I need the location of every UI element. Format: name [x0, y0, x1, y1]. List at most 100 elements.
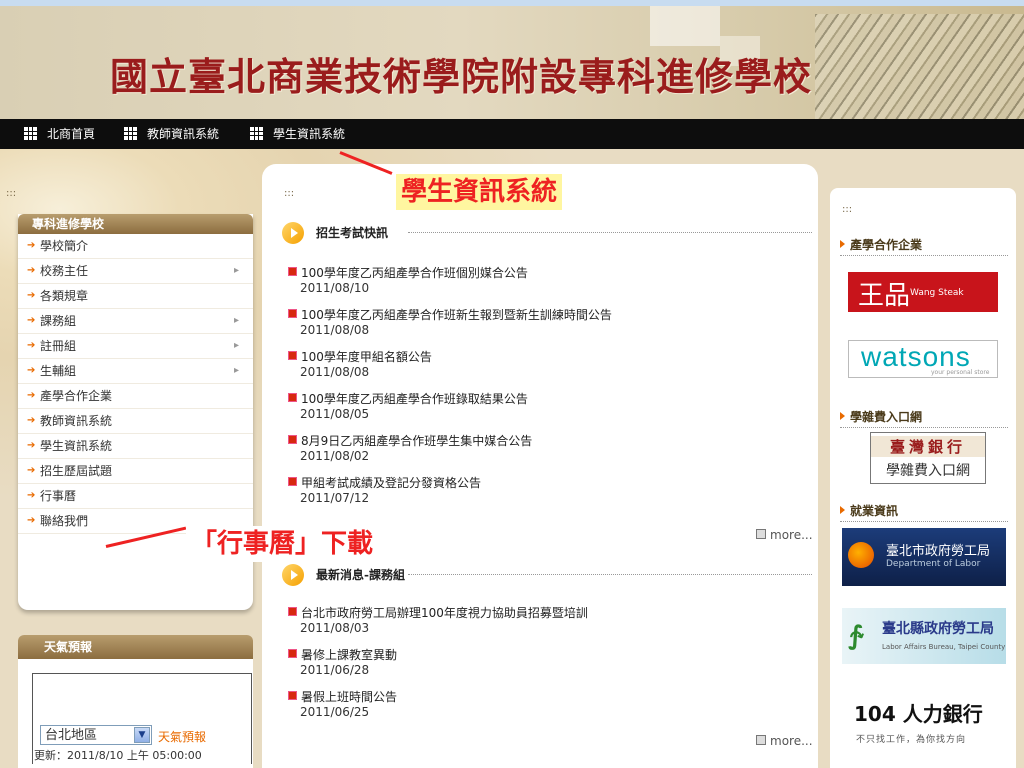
bullet-icon [288, 649, 297, 658]
menu-item-industry-partners[interactable]: ➔ 產學合作企業 [18, 384, 253, 409]
nav-item-teacher-system[interactable]: 教師資訊系統 [124, 119, 219, 149]
news-date: 2011/08/08 [300, 365, 370, 379]
news-item: 100學年度甲組名額公告 2011/08/08 [288, 348, 808, 390]
arrow-right-icon: ➔ [27, 240, 36, 251]
menu-item-director[interactable]: ➔ 校務主任 ▸ [18, 259, 253, 284]
nav-item-home[interactable]: 北商首頁 [24, 119, 95, 149]
arrow-right-icon: ➔ [27, 265, 36, 276]
site-banner: 國立臺北商業技術學院附設專科進修學校 [0, 6, 1024, 119]
submenu-chevron-icon: ▸ [233, 315, 239, 326]
menu-item-registration[interactable]: ➔ 註冊組 ▸ [18, 334, 253, 359]
news-link[interactable]: 甲組考試成績及登記分發資格公告 [288, 474, 808, 491]
submenu-chevron-icon: ▸ [233, 340, 239, 351]
news-link[interactable]: 暑修上課教室異動 [288, 646, 808, 663]
news-link[interactable]: 台北市政府勞工局辦理100年度視力協助員招募暨培訓 [288, 604, 808, 621]
menu-item-label: 生輔組 [40, 364, 77, 378]
news-title: 暑假上班時間公告 [301, 690, 398, 704]
news-link[interactable]: 暑假上班時間公告 [288, 688, 808, 705]
news-link[interactable]: 8月9日乙丙組產學合作班學生集中媒合公告 [288, 432, 808, 449]
more-link-admissions[interactable]: more... [756, 528, 813, 542]
news-date: 2011/07/12 [300, 491, 370, 505]
news-link[interactable]: 100學年度乙丙組產學合作班個別媒合公告 [288, 264, 808, 281]
taipei-county-labor-logo[interactable]: ∱ 臺北縣政府勞工局 Labor Affairs Bureau, Taipei … [842, 608, 1006, 664]
heading-employment-info: 就業資訊 [840, 502, 1008, 522]
menu-item-label: 課務組 [40, 314, 77, 328]
arrow-right-icon: ➔ [27, 465, 36, 476]
menu-item-about[interactable]: ➔ 學校簡介 [18, 234, 253, 259]
bank-of-taiwan-tuition-logo[interactable]: 臺灣銀行 學雜費入口網 [870, 432, 986, 484]
news-date: 2011/06/25 [300, 705, 370, 719]
bullet-icon [288, 351, 297, 360]
news-item: 台北市政府勞工局辦理100年度視力協助員招募暨培訓 2011/08/03 [288, 604, 808, 646]
news-date: 2011/08/10 [300, 281, 370, 295]
news-title: 100學年度甲組名額公告 [301, 350, 432, 364]
more-link-academic[interactable]: more... [756, 734, 813, 748]
menu-item-academic-affairs[interactable]: ➔ 課務組 ▸ [18, 309, 253, 334]
menu-item-regulations[interactable]: ➔ 各類規章 [18, 284, 253, 309]
heading-label: 學雜費入口網 [850, 410, 923, 424]
menu-item-teacher-system[interactable]: ➔ 教師資訊系統 [18, 409, 253, 434]
news-title: 台北市政府勞工局辦理100年度視力協助員招募暨培訓 [301, 606, 588, 620]
bullet-icon [288, 691, 297, 700]
logo-text: 臺北市政府勞工局 [886, 544, 991, 559]
chevron-down-icon: ▼ [134, 727, 150, 743]
job-bank-104-logo[interactable]: 104 人力銀行 不只找工作，為你找方向 [842, 692, 1006, 752]
news-link[interactable]: 100學年度乙丙組產學合作班新生報到暨新生訓練時間公告 [288, 306, 808, 323]
weather-updated-time: 更新：2011/8/10 上午 05:00:00 [34, 749, 202, 762]
weather-panel: 天氣預報 台北地區 ▼ 天氣預報 更新：2011/8/10 上午 05:00:0… [18, 635, 253, 768]
news-title: 100學年度乙丙組產學合作班新生報到暨新生訓練時間公告 [301, 308, 612, 322]
region-select[interactable]: 台北地區 ▼ [40, 725, 152, 745]
news-date: 2011/06/28 [300, 663, 370, 677]
wang-steak-logo[interactable]: 王品 Wang Steak [848, 272, 998, 312]
menu-item-student-system[interactable]: ➔ 學生資訊系統 [18, 434, 253, 459]
menu-item-label: 產學合作企業 [40, 389, 113, 403]
nav-item-student-system[interactable]: 學生資訊系統 [250, 119, 345, 149]
menu-item-calendar[interactable]: ➔ 行事曆 [18, 484, 253, 509]
bullet-icon [288, 309, 297, 318]
news-item: 暑修上課教室異動 2011/06/28 [288, 646, 808, 688]
watsons-logo[interactable]: watsons your personal store [848, 340, 998, 378]
news-list-admissions: 100學年度乙丙組產學合作班個別媒合公告 2011/08/10 100學年度乙丙… [288, 264, 808, 516]
news-date: 2011/08/03 [300, 621, 370, 635]
banner-decoration [650, 6, 720, 46]
grid-icon [24, 127, 37, 140]
left-menu: ➔ 學校簡介 ➔ 校務主任 ▸ ➔ 各類規章 ➔ 課務組 ▸ ➔ 註冊組 ▸ ➔ 生輔組 ▸ ➔ 產學… [18, 234, 253, 534]
logo-subtext: 學雜費入口網 [886, 463, 970, 479]
bullet-icon [288, 435, 297, 444]
more-label: more... [770, 528, 813, 542]
news-date: 2011/08/05 [300, 407, 370, 421]
menu-item-label: 招生歷屆試題 [40, 464, 113, 478]
section-header-academic: 最新消息-課務組 [282, 564, 812, 588]
menu-item-label: 註冊組 [40, 339, 77, 353]
menu-item-label: 教師資訊系統 [40, 414, 113, 428]
section-title: 最新消息-課務組 [316, 568, 405, 582]
play-bullet-icon [282, 564, 304, 586]
grid-icon [250, 127, 263, 140]
heading-label: 就業資訊 [850, 504, 899, 518]
news-date: 2011/08/08 [300, 323, 370, 337]
news-list-academic: 台北市政府勞工局辦理100年度視力協助員招募暨培訓 2011/08/03 暑修上… [288, 604, 808, 730]
play-bullet-icon [282, 222, 304, 244]
bullet-icon [288, 393, 297, 402]
news-link[interactable]: 100學年度乙丙組產學合作班錄取結果公告 [288, 390, 808, 407]
bullet-icon [288, 477, 297, 486]
nav-label: 教師資訊系統 [147, 127, 220, 141]
logo-subtext: your personal store [931, 369, 990, 376]
heading-tuition-portal: 學雜費入口網 [840, 408, 1008, 428]
weather-forecast-link[interactable]: 天氣預報 [158, 728, 206, 745]
news-item: 8月9日乙丙組產學合作班學生集中媒合公告 2011/08/02 [288, 432, 808, 474]
triangle-bullet-icon [840, 412, 845, 420]
menu-item-label: 校務主任 [40, 264, 89, 278]
taipei-city-labor-logo[interactable]: 臺北市政府勞工局 Department of Labor [842, 528, 1006, 586]
nav-label: 學生資訊系統 [273, 127, 346, 141]
menu-item-student-guidance[interactable]: ➔ 生輔組 ▸ [18, 359, 253, 384]
news-title: 甲組考試成績及登記分發資格公告 [301, 476, 482, 490]
news-link[interactable]: 100學年度甲組名額公告 [288, 348, 808, 365]
square-icon [756, 529, 766, 539]
heading-industry-partners: 產學合作企業 [840, 236, 1008, 256]
more-label: more... [770, 734, 813, 748]
square-icon [756, 735, 766, 745]
menu-item-past-exams[interactable]: ➔ 招生歷屆試題 [18, 459, 253, 484]
menu-title: 專科進修學校 [18, 214, 253, 234]
right-sidebar: ::: 產學合作企業 王品 Wang Steak watsons your pe… [830, 188, 1016, 768]
